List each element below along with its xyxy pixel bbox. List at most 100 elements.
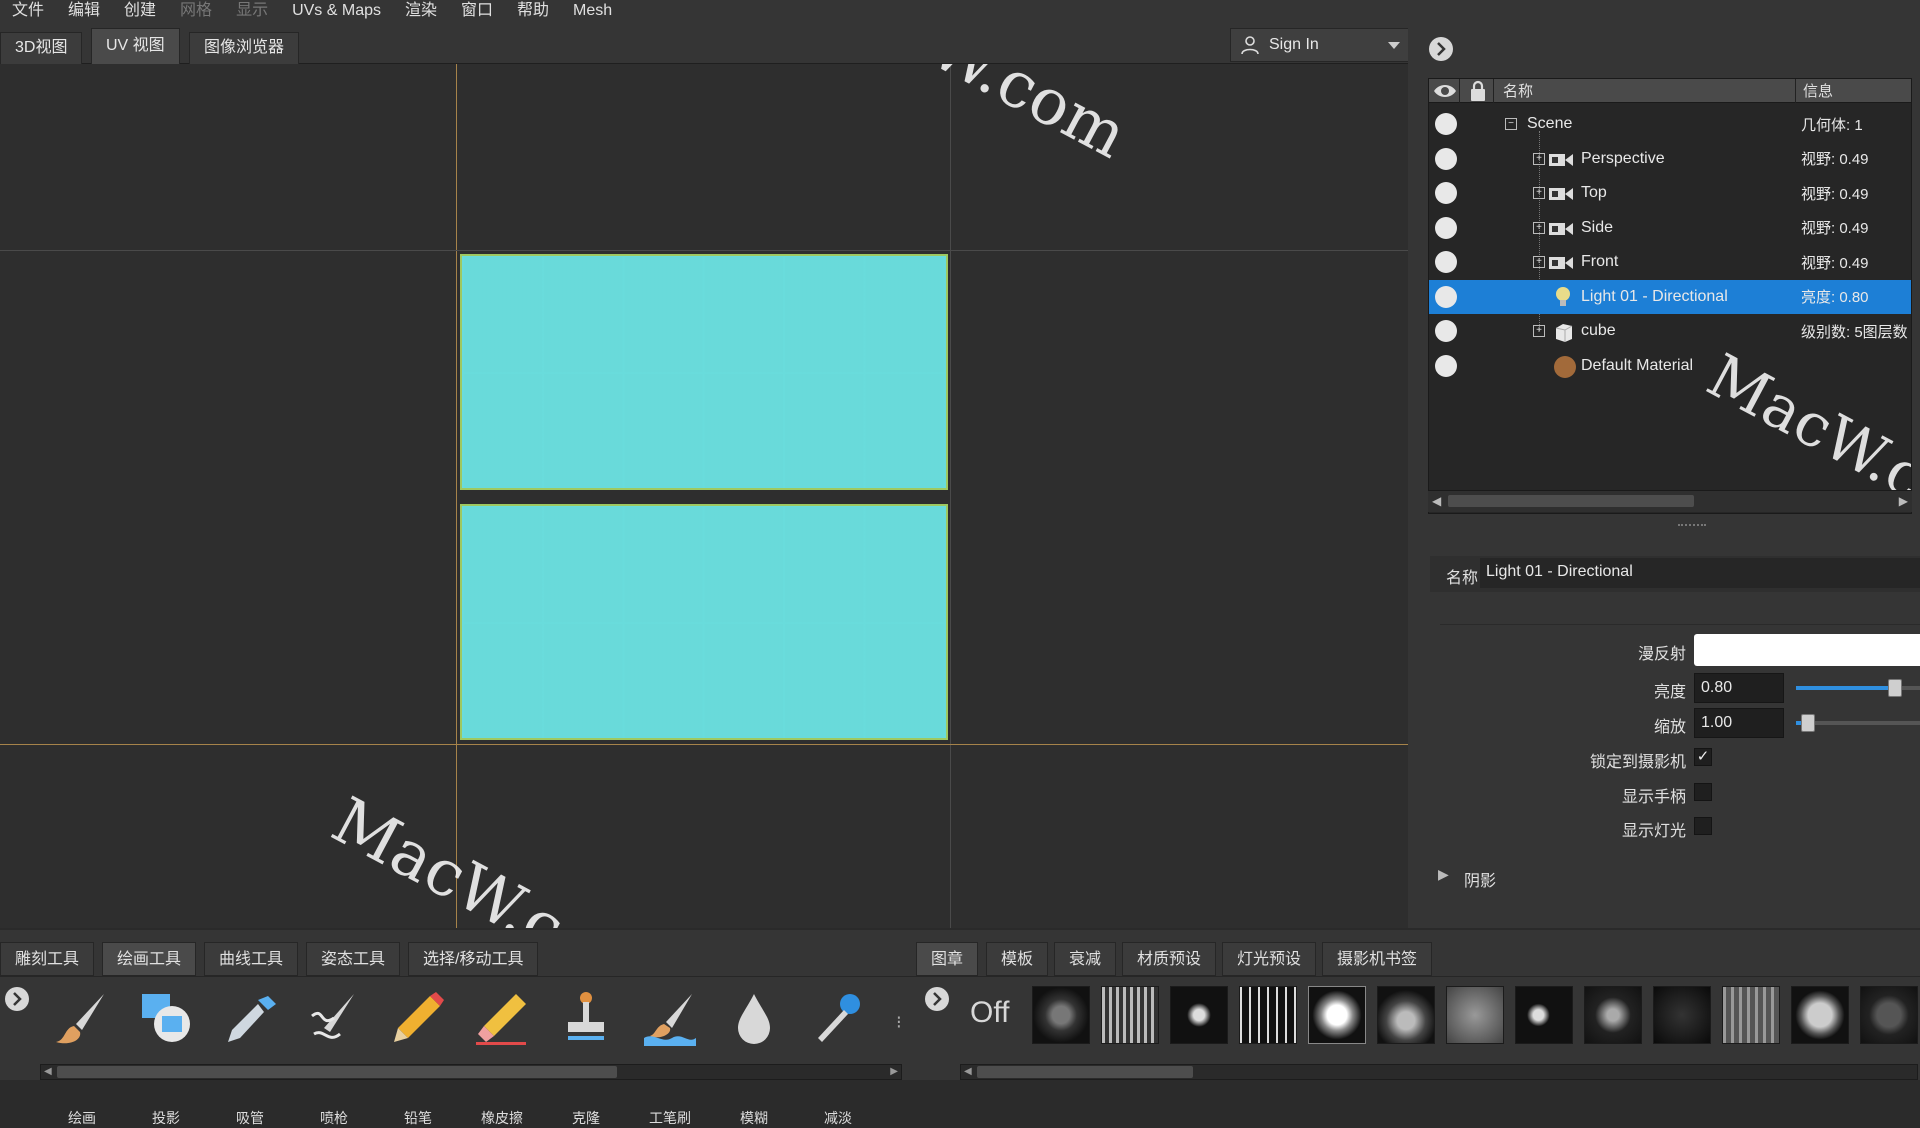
expand-icon[interactable]: + — [1533, 256, 1545, 268]
lock-to-camera-checkbox[interactable]: ✓ — [1694, 748, 1712, 766]
eye-icon[interactable] — [1432, 82, 1458, 100]
sign-in-button[interactable]: Sign In — [1230, 28, 1410, 62]
outliner-row-cube[interactable]: + cube 级别数: 5图层数 — [1429, 314, 1911, 349]
tab-3d-view[interactable]: 3D视图 — [0, 32, 83, 64]
arrow-right-circle-icon[interactable] — [924, 986, 950, 1012]
stamp-thumbnail[interactable] — [1239, 986, 1297, 1044]
column-header-name[interactable]: 名称 — [1503, 80, 1533, 101]
chevron-down-icon[interactable] — [1387, 41, 1401, 51]
stamp-thumbnail[interactable] — [1653, 986, 1711, 1044]
show-handles-checkbox[interactable] — [1694, 783, 1712, 801]
tab-templates[interactable]: 模板 — [986, 942, 1049, 976]
expand-icon[interactable]: + — [1533, 187, 1545, 199]
menu-mesh-grid[interactable]: 网格 — [168, 0, 224, 22]
outliner-row-scene[interactable]: − Scene 几何体: 1 — [1429, 107, 1911, 142]
outliner-row-front[interactable]: + Front 视野: 0.49 — [1429, 245, 1911, 280]
tab-pose-tools[interactable]: 姿态工具 — [306, 942, 401, 976]
outliner-row-light[interactable]: Light 01 - Directional 亮度: 0.80 — [1429, 279, 1911, 314]
stamp-thumbnail[interactable] — [1791, 986, 1849, 1044]
scroll-thumb[interactable] — [977, 1066, 1193, 1078]
expand-triangle-icon[interactable]: ▶ — [1438, 866, 1449, 883]
visibility-toggle[interactable] — [1435, 354, 1457, 377]
visibility-toggle[interactable] — [1435, 251, 1457, 273]
stamp-thumbnail[interactable] — [1170, 986, 1228, 1044]
expand-icon[interactable]: + — [1533, 152, 1545, 165]
fill-brush-tool[interactable]: 工笔刷 — [632, 988, 708, 1126]
stamp-thumbnail[interactable] — [1377, 986, 1435, 1044]
expand-icon[interactable]: + — [1533, 221, 1545, 234]
stamp-thumbnail[interactable] — [1860, 986, 1918, 1044]
collapse-icon[interactable]: − — [1505, 118, 1517, 130]
show-light-checkbox[interactable] — [1694, 817, 1712, 835]
stamp-thumbnail[interactable] — [1446, 986, 1504, 1044]
scale-input[interactable]: 1.00 — [1694, 708, 1784, 738]
menu-create[interactable]: 创建 — [112, 0, 168, 22]
blur-tool[interactable]: 模糊 — [716, 988, 792, 1126]
stamp-thumbnail[interactable] — [1584, 986, 1642, 1044]
stamp-off-option[interactable]: Off — [970, 996, 1009, 1030]
outliner-horizontal-scrollbar[interactable]: ◀ ▶ — [1428, 490, 1912, 512]
stamp-thumbnail[interactable] — [1032, 986, 1090, 1044]
dodge-tool[interactable]: 减淡 — [800, 988, 876, 1126]
projection-tool[interactable]: 投影 — [128, 988, 204, 1126]
tab-curve-tools[interactable]: 曲线工具 — [204, 942, 299, 976]
expand-icon[interactable]: + — [1533, 325, 1545, 337]
uv-viewport[interactable]: MacW.com MacW.com — [0, 64, 1408, 928]
more-tools-icon[interactable]: ⁝ — [896, 1012, 902, 1033]
tab-light-presets[interactable]: 灯光预设 — [1222, 942, 1317, 976]
airbrush-tool[interactable]: 喷枪 — [296, 988, 372, 1126]
outliner-row-default-material[interactable]: Default Material — [1429, 349, 1911, 384]
eyedropper-tool[interactable]: 吸管 — [212, 988, 288, 1126]
brightness-input[interactable]: 0.80 — [1694, 673, 1784, 703]
outliner-row-perspective[interactable]: + Perspective 视野: 0.49 — [1429, 142, 1911, 177]
scroll-thumb[interactable] — [1448, 495, 1694, 507]
scroll-left-icon[interactable]: ◀ — [44, 1066, 52, 1077]
menu-mesh[interactable]: Mesh — [561, 0, 624, 22]
visibility-toggle[interactable] — [1435, 182, 1457, 204]
tab-camera-bookmarks[interactable]: 摄影机书签 — [1322, 942, 1433, 976]
tab-select-move-tools[interactable]: 选择/移动工具 — [408, 942, 539, 976]
paint-brush-tool[interactable]: 绘画 — [44, 988, 120, 1126]
diffuse-color-swatch[interactable] — [1694, 634, 1920, 666]
tab-falloff[interactable]: 衰减 — [1054, 942, 1117, 976]
scale-slider-thumb[interactable] — [1801, 714, 1815, 732]
outliner-row-side[interactable]: + Side 视野: 0.49 — [1429, 211, 1911, 246]
tab-uv-view[interactable]: UV 视图 — [91, 28, 180, 64]
library-scrollbar[interactable]: ◀ — [960, 1064, 1918, 1080]
brightness-slider-thumb[interactable] — [1888, 679, 1902, 697]
menu-file[interactable]: 文件 — [0, 0, 56, 22]
object-name-field[interactable]: Light 01 - Directional — [1480, 558, 1920, 588]
lock-icon[interactable] — [1469, 80, 1487, 102]
eraser-tool[interactable]: 橡皮擦 — [464, 988, 540, 1126]
clone-tool[interactable]: 克隆 — [548, 988, 624, 1126]
menu-edit[interactable]: 编辑 — [56, 0, 112, 22]
uv-island-top[interactable] — [460, 254, 948, 490]
stamp-thumbnail[interactable] — [1308, 986, 1366, 1044]
panel-resize-grip[interactable] — [1678, 524, 1706, 526]
menu-help[interactable]: 帮助 — [505, 0, 561, 22]
stamp-thumbnail[interactable] — [1101, 986, 1159, 1044]
menu-window[interactable]: 窗口 — [449, 0, 505, 22]
tab-material-presets[interactable]: 材质预设 — [1122, 942, 1217, 976]
tab-image-browser[interactable]: 图像浏览器 — [189, 32, 300, 64]
arrow-right-circle-icon[interactable] — [4, 986, 30, 1012]
stamp-thumbnail[interactable] — [1515, 986, 1573, 1044]
shadow-section-label[interactable]: 阴影 — [1464, 867, 1496, 891]
outliner-row-top[interactable]: + Top 视野: 0.49 — [1429, 176, 1911, 211]
visibility-toggle[interactable] — [1435, 147, 1457, 170]
scene-outliner[interactable]: 名称 信息 − Scene 几何体: 1 + Perspective 视野: 0… — [1428, 78, 1912, 514]
scroll-left-icon[interactable]: ◀ — [1432, 494, 1441, 508]
menu-display[interactable]: 显示 — [224, 0, 280, 22]
menu-uvs-maps[interactable]: UVs & Maps — [280, 0, 393, 22]
visibility-toggle[interactable] — [1435, 285, 1457, 308]
visibility-toggle[interactable] — [1435, 113, 1457, 135]
uv-island-bottom[interactable] — [460, 504, 948, 740]
scroll-left-icon[interactable]: ◀ — [964, 1066, 972, 1077]
scroll-right-icon[interactable]: ▶ — [1899, 494, 1908, 508]
tab-paint-tools[interactable]: 绘画工具 — [102, 942, 197, 976]
visibility-toggle[interactable] — [1435, 320, 1457, 342]
pencil-tool[interactable]: 铅笔 — [380, 988, 456, 1126]
arrow-right-circle-icon[interactable] — [1428, 36, 1454, 62]
visibility-toggle[interactable] — [1435, 216, 1457, 239]
tool-palette-scrollbar[interactable]: ◀ ▶ — [40, 1064, 902, 1080]
